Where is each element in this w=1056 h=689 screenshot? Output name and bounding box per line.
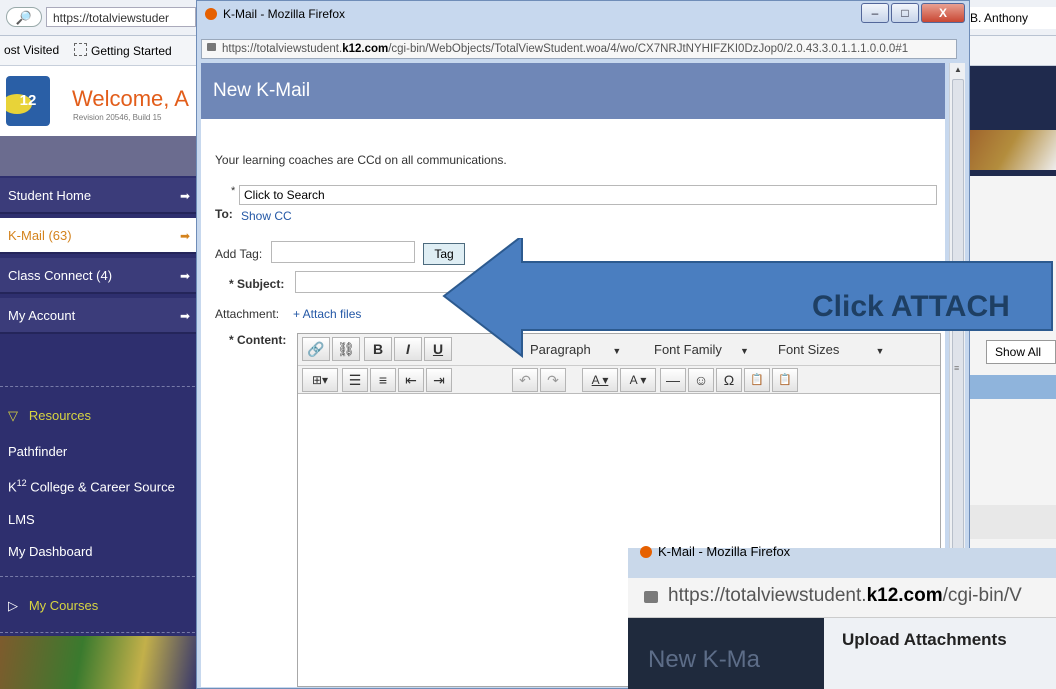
scroll-up-icon[interactable]: ▲ [950,63,966,77]
revision-text: Revision 20546, Build 15 [73,113,162,122]
upload-attachments-panel: Upload Attachments [824,618,1056,689]
link-college-career[interactable]: K12 College & Career Source [8,478,175,494]
arrow-icon: ➡ [179,269,190,283]
arrow-icon: ➡ [179,189,190,203]
firefox-icon [205,8,217,20]
bookmark-getting-started-label: Getting Started [91,44,172,58]
triangle-right-icon: ▷ [8,598,18,613]
tag-input[interactable] [271,241,415,263]
link-icon[interactable]: 🔗 [302,337,330,361]
lock-icon [207,43,216,51]
upload-title: K-Mail - Mozilla Firefox [640,544,790,559]
arrow-icon: ➡ [179,309,190,323]
link-my-dashboard[interactable]: My Dashboard [8,544,93,559]
paste-text-icon[interactable]: 📋 [744,368,770,392]
close-button[interactable]: X [921,3,965,23]
indent-icon[interactable]: ⇥ [426,368,452,392]
bookmark-getting-started[interactable]: Getting Started [74,43,172,58]
numbered-list-icon[interactable]: ≡ [370,368,396,392]
upload-popup-window: K-Mail - Mozilla Firefox https://totalvi… [628,544,1056,689]
link-pathfinder[interactable]: Pathfinder [8,444,67,459]
unlink-icon[interactable]: ⛓ [332,337,360,361]
nav-student-home[interactable]: Student Home ➡ [0,178,200,214]
text-color-icon[interactable]: A ▾ [582,368,618,392]
welcome-text: Welcome, A [72,86,189,111]
attach-files-link[interactable]: + Attach files [293,307,361,321]
scroll-grip-icon: ≡ [954,363,960,373]
maximize-button[interactable]: □ [891,3,919,23]
italic-button[interactable]: I [394,337,422,361]
sidebar-artwork [0,636,200,689]
sidebar-band [0,136,200,176]
background-url-field[interactable]: https://totalviewstuder [46,7,196,27]
nav-kmail[interactable]: K-Mail (63) ➡ [0,218,200,254]
click-attach-text: Click ATTACH [812,290,1010,323]
sidebar: Student Home ➡ K-Mail (63) ➡ Class Connect… [0,136,200,689]
redo-icon[interactable]: ↷ [540,368,566,392]
my-courses-heading[interactable]: ▷ My Courses [8,598,98,614]
site-header: 12 Welcome, A Revision 20546, Build 15 [0,66,200,136]
divider [0,632,200,634]
kmail-heading: New K-Mail [201,63,945,119]
to-search-input[interactable]: Click to Search [239,185,937,205]
attachment-label: Attachment: [215,307,280,321]
k12-logo[interactable]: 12 [6,76,50,126]
to-label: To: [215,207,233,221]
resources-heading[interactable]: ▽ Resources [8,408,91,424]
content-label: * Content: [229,333,287,347]
divider [0,386,200,388]
triangle-down-icon: ▽ [8,408,18,423]
upload-attachments-title: Upload Attachments [842,630,1007,649]
lock-icon [644,591,658,603]
bullet-list-icon[interactable]: ☰ [342,368,368,392]
subject-label: * Subject: [229,277,285,291]
popup-url-field[interactable]: https://totalviewstudent.k12.com/cgi-bin… [201,39,957,59]
upload-url-text: https://totalviewstudent.k12.com/cgi-bin… [668,585,1022,606]
show-cc-link[interactable]: Show CC [241,209,292,223]
background-user-name: B. Anthony [962,7,1056,29]
outdent-icon[interactable]: ⇤ [398,368,424,392]
bookmark-icon [74,43,87,56]
bold-button[interactable]: B [364,337,392,361]
nav-my-account[interactable]: My Account ➡ [0,298,200,334]
add-tag-label: Add Tag: [215,247,263,261]
minimize-button[interactable]: – [861,3,889,23]
popup-title: K-Mail - Mozilla Firefox [205,7,345,21]
editor-toolbar-2: ⊞▾ ☰ ≡ ⇤ ⇥ ↶ ↷ A ▾ A ▾ — ☺ Ω 📋 📋 [298,366,940,394]
nav-class-connect[interactable]: Class Connect (4) ➡ [0,258,200,294]
table-icon[interactable]: ⊞▾ [302,368,338,392]
horizontal-rule-icon[interactable]: — [660,368,686,392]
upload-url-field[interactable]: https://totalviewstudent.k12.com/cgi-bin… [628,578,1056,618]
paste-word-icon[interactable]: 📋 [772,368,798,392]
special-char-icon[interactable]: Ω [716,368,742,392]
link-lms[interactable]: LMS [8,512,35,527]
divider [0,576,200,578]
emoticon-icon[interactable]: ☺ [688,368,714,392]
undo-icon[interactable]: ↶ [512,368,538,392]
upload-title-bar: K-Mail - Mozilla Firefox [628,544,1056,578]
firefox-icon [640,546,652,558]
upload-kmail-heading: New K-Ma [648,646,761,673]
identity-icon[interactable]: 🔎 [6,7,42,27]
highlight-color-icon[interactable]: A ▾ [620,368,656,392]
background-banner-art [960,130,1056,170]
to-required-star: * [231,185,236,197]
arrow-icon: ➡ [179,229,190,243]
cc-notice: Your learning coaches are CCd on all com… [215,153,507,167]
bookmark-most-visited[interactable]: ost Visited [4,43,59,57]
